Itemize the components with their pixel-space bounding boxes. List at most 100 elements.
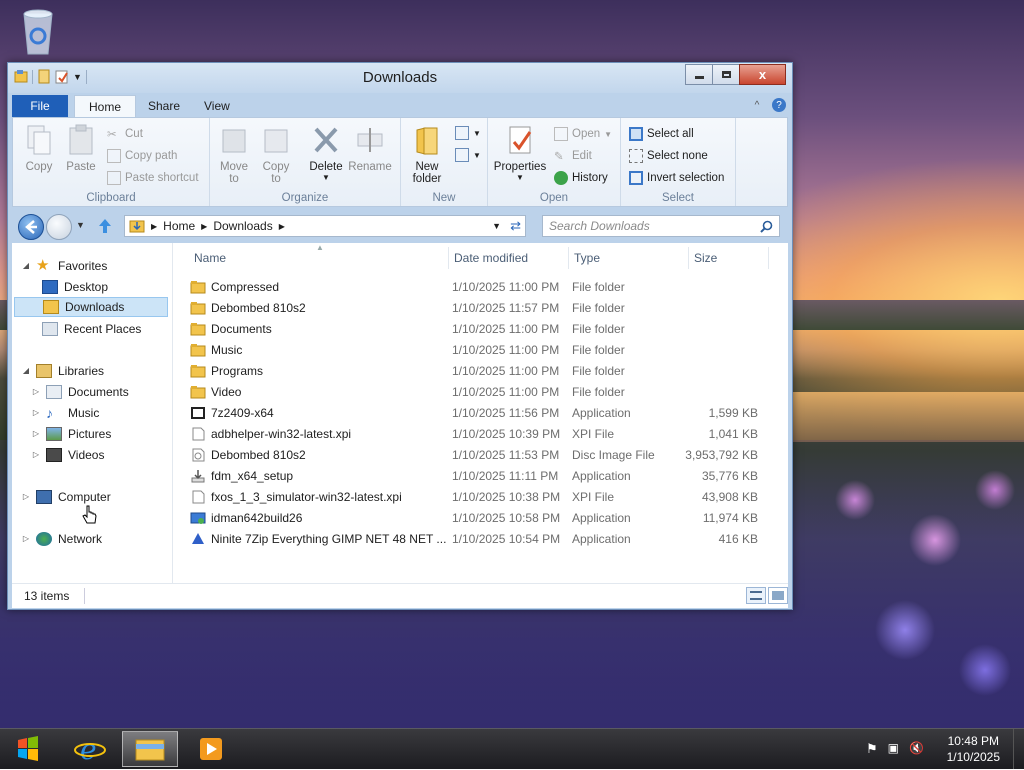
details-view-button[interactable]	[746, 587, 766, 604]
delete-dropdown-icon[interactable]: ▼	[306, 173, 346, 182]
nav-favorites[interactable]: ◢ ★ Favorites	[22, 256, 107, 276]
column-header-size[interactable]: Size	[694, 251, 717, 265]
address-bar[interactable]: ▶ Home ▶ Downloads ▶ ▼ ⇄	[124, 215, 526, 237]
search-icon[interactable]	[760, 220, 773, 233]
expanded-arrow-icon[interactable]: ◢	[22, 361, 30, 381]
table-row[interactable]: Debombed 810s2 1/10/2025 11:57 PM File fol…	[190, 298, 774, 319]
new-folder-button[interactable]: New folder	[407, 124, 447, 185]
nav-desktop[interactable]: Desktop	[42, 277, 108, 297]
column-header-name[interactable]: Name	[194, 251, 226, 265]
open-button[interactable]: Open ▼	[554, 127, 612, 141]
up-arrow-icon[interactable]	[96, 217, 114, 235]
tab-share[interactable]: Share	[134, 95, 194, 117]
nav-music[interactable]: ▷ ♪ Music	[32, 403, 99, 423]
close-button[interactable]: x	[739, 64, 786, 85]
column-separator[interactable]	[768, 247, 769, 269]
collapsed-arrow-icon[interactable]: ▷	[32, 424, 40, 444]
action-center-flag-icon[interactable]: ⚑	[866, 741, 878, 757]
properties-button[interactable]: Properties ▼	[492, 124, 548, 182]
column-header-date[interactable]: Date modified	[454, 251, 528, 265]
paste-button[interactable]: Paste	[63, 124, 99, 173]
tab-home[interactable]: Home	[74, 95, 137, 119]
collapsed-arrow-icon[interactable]: ▷	[22, 487, 30, 507]
table-row[interactable]: Debombed 810s2 1/10/2025 11:53 PM Disc Ima…	[190, 445, 774, 466]
collapsed-arrow-icon[interactable]: ▷	[32, 445, 40, 465]
volume-muted-icon[interactable]: 🔇	[909, 741, 924, 757]
table-row[interactable]: idman642build26 1/10/2025 10:58 PM Applica…	[190, 508, 774, 529]
taskbar-internet-explorer[interactable]: e	[62, 731, 118, 767]
minimize-ribbon-icon[interactable]: ^	[750, 98, 764, 112]
edit-button[interactable]: ✎ Edit	[554, 149, 592, 163]
folder-icon	[190, 323, 206, 336]
nav-pictures[interactable]: ▷ Pictures	[32, 424, 111, 444]
taskbar-file-explorer[interactable]	[122, 731, 178, 767]
forward-button[interactable]	[46, 214, 72, 240]
back-button[interactable]	[18, 214, 44, 240]
expanded-arrow-icon[interactable]: ◢	[22, 256, 30, 276]
minimize-button[interactable]	[685, 64, 713, 85]
column-separator[interactable]	[448, 247, 449, 269]
table-row[interactable]: Programs 1/10/2025 11:00 PM File folder	[190, 361, 774, 382]
nav-videos[interactable]: ▷ Videos	[32, 445, 104, 465]
paste-shortcut-button[interactable]: Paste shortcut	[107, 171, 199, 185]
nav-recent-places[interactable]: Recent Places	[42, 319, 141, 339]
easy-access-button[interactable]: ▼	[455, 148, 481, 162]
rename-button[interactable]: Rename	[348, 124, 392, 173]
table-row[interactable]: 7z2409-x64 1/10/2025 11:56 PM Application 1…	[190, 403, 774, 424]
qat-dropdown-icon[interactable]: ▼	[73, 72, 82, 82]
start-button[interactable]	[6, 733, 50, 765]
network-tray-icon[interactable]: ▣	[888, 741, 899, 757]
nav-network[interactable]: ▷ Network	[22, 529, 102, 549]
select-none-button[interactable]: Select none	[629, 149, 708, 163]
invert-selection-button[interactable]: Invert selection	[629, 171, 724, 185]
move-to-button[interactable]: Move to	[216, 124, 252, 185]
refresh-icon[interactable]: ⇄	[510, 218, 521, 234]
tab-view[interactable]: View	[190, 95, 244, 117]
large-icons-view-button[interactable]	[768, 587, 788, 604]
new-folder-qat-icon[interactable]	[55, 69, 69, 84]
collapsed-arrow-icon[interactable]: ▷	[32, 403, 40, 423]
table-row[interactable]: fdm_x64_setup 1/10/2025 11:11 PM Applicati…	[190, 466, 774, 487]
copy-to-button[interactable]: Copy to	[258, 124, 294, 185]
explorer-app-icon[interactable]	[14, 69, 28, 84]
nav-documents[interactable]: ▷ Documents	[32, 382, 129, 402]
column-separator[interactable]	[688, 247, 689, 269]
table-row[interactable]: Compressed 1/10/2025 11:00 PM File folder	[190, 277, 774, 298]
breadcrumb-home[interactable]: Home	[163, 219, 195, 233]
search-input[interactable]: Search Downloads	[542, 215, 780, 237]
ribbon-tabs: File Home Share View	[12, 95, 788, 119]
maximize-button[interactable]	[712, 64, 740, 85]
recent-locations-dropdown-icon[interactable]: ▼	[76, 220, 85, 230]
history-button[interactable]: History	[554, 171, 608, 185]
taskbar-media-player[interactable]	[182, 731, 238, 767]
nav-libraries[interactable]: ◢ Libraries	[22, 361, 104, 381]
table-row[interactable]: Ninite 7Zip Everything GIMP NET 48 NET .…	[190, 529, 774, 550]
recycle-bin-icon[interactable]	[18, 6, 58, 56]
delete-button[interactable]: Delete ▼	[306, 124, 346, 182]
table-row[interactable]: fxos_1_3_simulator-win32-latest.xpi 1/10/…	[190, 487, 774, 508]
collapsed-arrow-icon[interactable]: ▷	[22, 529, 30, 549]
nav-downloads[interactable]: Downloads	[14, 297, 168, 317]
properties-dropdown-icon[interactable]: ▼	[492, 173, 548, 182]
properties-qat-icon[interactable]	[37, 69, 51, 84]
copy-path-button[interactable]: Copy path	[107, 149, 177, 163]
copy-button[interactable]: Copy	[21, 124, 57, 173]
tab-file[interactable]: File	[12, 95, 68, 117]
breadcrumb-downloads[interactable]: Downloads	[213, 219, 272, 233]
table-row[interactable]: Music 1/10/2025 11:00 PM File folder	[190, 340, 774, 361]
clock[interactable]: 10:48 PM 1/10/2025	[947, 733, 1000, 765]
collapsed-arrow-icon[interactable]: ▷	[32, 382, 40, 402]
nav-computer[interactable]: ▷ Computer	[22, 487, 111, 507]
help-icon[interactable]: ?	[772, 98, 786, 112]
table-row[interactable]: Video 1/10/2025 11:00 PM File folder	[190, 382, 774, 403]
column-separator[interactable]	[568, 247, 569, 269]
table-row[interactable]: Documents 1/10/2025 11:00 PM File folder	[190, 319, 774, 340]
address-dropdown-icon[interactable]: ▼	[492, 221, 501, 231]
select-all-button[interactable]: Select all	[629, 127, 694, 141]
title-bar[interactable]: ▼ Downloads x	[8, 63, 792, 93]
cut-button[interactable]: ✂ Cut	[107, 127, 143, 141]
new-item-button[interactable]: ▼	[455, 126, 481, 140]
column-header-type[interactable]: Type	[574, 251, 600, 265]
show-desktop-button[interactable]	[1013, 729, 1024, 769]
table-row[interactable]: adbhelper-win32-latest.xpi 1/10/2025 10:3…	[190, 424, 774, 445]
